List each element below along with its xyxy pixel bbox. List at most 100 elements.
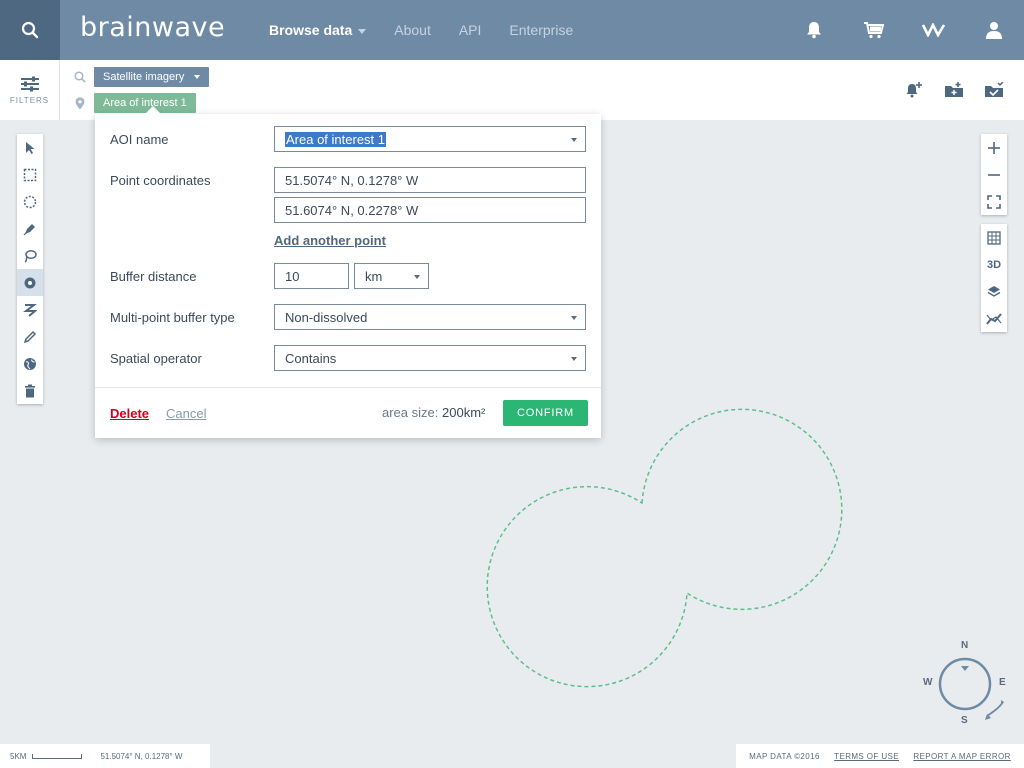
add-to-folder-button[interactable] (934, 78, 974, 102)
zoom-in-button[interactable] (981, 134, 1007, 161)
compass-south: S (961, 715, 968, 726)
analytics-button[interactable] (981, 305, 1007, 332)
filters-button[interactable]: FILTERS (0, 60, 60, 120)
lasso-icon (24, 249, 37, 263)
area-size-value: 200km² (442, 405, 486, 420)
dataset-filter-row: Satellite imagery (74, 67, 210, 87)
chevron-down-icon (358, 28, 367, 34)
add-to-folder-icon (945, 82, 963, 97)
trash-icon (25, 384, 35, 397)
tool-pointer[interactable] (17, 134, 43, 161)
layers-icon (987, 285, 1001, 297)
map-pin-icon (75, 96, 85, 109)
compass-west: W (923, 677, 933, 688)
tool-point-buffer[interactable] (17, 269, 43, 296)
bell-icon (807, 22, 821, 39)
fullscreen-button[interactable] (981, 188, 1007, 215)
compass-east: E (999, 677, 1006, 688)
main-nav: Browse data About API Enterprise (269, 0, 601, 60)
coordinate-input-2[interactable]: 51.6074° N, 0.2278° W (274, 197, 586, 223)
tool-rectangle[interactable] (17, 161, 43, 188)
header-actions (784, 0, 1024, 60)
tool-edit[interactable] (17, 323, 43, 350)
spatial-operator-select[interactable]: Contains (274, 345, 586, 371)
notifications-button[interactable] (784, 0, 844, 60)
saved-folder-button[interactable] (974, 78, 1014, 102)
buffer-distance-label: Buffer distance (110, 269, 197, 284)
tool-lasso[interactable] (17, 242, 43, 269)
search-button[interactable] (0, 0, 60, 60)
area-size-readout: area size: 200km² (382, 405, 485, 420)
aoi-edit-popup: AOI name Area of interest 1 Point coordi… (95, 106, 601, 438)
search-icon (21, 21, 39, 39)
multi-point-buffer-label: Multi-point buffer type (110, 310, 235, 325)
point-coordinates-label: Point coordinates (110, 173, 211, 188)
cart-button[interactable] (844, 0, 904, 60)
circle-select-icon (23, 195, 37, 208)
grid-button[interactable] (981, 224, 1007, 251)
drawing-toolbar (17, 134, 43, 404)
tool-path[interactable] (17, 296, 43, 323)
zoom-controls (981, 134, 1007, 215)
nav-api[interactable]: API (459, 22, 482, 38)
add-alert-button[interactable] (894, 78, 934, 102)
tool-circle[interactable] (17, 188, 43, 215)
zoom-out-button[interactable] (981, 161, 1007, 188)
user-icon (986, 22, 1002, 39)
user-button[interactable] (964, 0, 1024, 60)
nav-browse-data[interactable]: Browse data (269, 22, 367, 38)
popup-pointer (145, 106, 161, 114)
brand-mark-icon (922, 23, 946, 37)
cancel-link[interactable]: Cancel (166, 406, 206, 421)
filters-label: FILTERS (9, 95, 50, 105)
compass-north: N (961, 640, 969, 651)
spatial-operator-value: Contains (285, 350, 337, 366)
multi-point-buffer-select[interactable]: Non-dissolved (274, 304, 586, 330)
saved-folder-icon (985, 82, 1004, 97)
map-data-credit: MAP DATA ©2016 (749, 751, 820, 761)
chevron-down-icon (571, 316, 577, 320)
tool-globe[interactable] (17, 350, 43, 377)
terms-of-use-link[interactable]: TERMS OF USE (834, 752, 899, 761)
coordinate-input-1[interactable]: 51.5074° N, 0.1278° W (274, 167, 586, 193)
multi-point-buffer-value: Non-dissolved (285, 309, 368, 325)
grid-icon (987, 230, 1001, 245)
nav-about[interactable]: About (394, 22, 431, 38)
path-icon (23, 303, 37, 317)
chevron-down-icon (571, 138, 577, 142)
minus-icon (988, 173, 1000, 176)
tool-pen[interactable] (17, 215, 43, 242)
tool-delete[interactable] (17, 377, 43, 404)
buffer-unit-select[interactable]: km (354, 263, 429, 289)
scale-bar: 5KM 51.5074° N, 0.1278° W (0, 744, 210, 768)
nav-enterprise[interactable]: Enterprise (509, 22, 573, 38)
area-size-label: area size: (382, 405, 439, 420)
brand-logo[interactable]: brainwave (80, 12, 225, 43)
chevron-down-icon (194, 75, 201, 79)
plus-icon (988, 141, 1000, 154)
confirm-button[interactable]: CONFIRM (503, 400, 588, 426)
map-attribution: MAP DATA ©2016 TERMS OF USE REPORT A MAP… (736, 744, 1024, 768)
popup-footer: Delete Cancel area size: 200km² CONFIRM (95, 387, 601, 438)
point-buffer-icon (24, 277, 36, 288)
buffer-distance-input[interactable]: 10 (274, 263, 349, 289)
aoi-buffer-outline (486, 408, 843, 688)
add-alert-icon (906, 82, 922, 98)
dataset-chip[interactable]: Satellite imagery (94, 67, 210, 87)
report-map-error-link[interactable]: REPORT A MAP ERROR (913, 752, 1010, 761)
spatial-operator-label: Spatial operator (110, 351, 202, 366)
add-another-point-link[interactable]: Add another point (274, 233, 386, 248)
view-3d-button[interactable]: 3D (981, 251, 1007, 278)
cart-icon (864, 22, 885, 39)
brand-mark-button[interactable] (904, 0, 964, 60)
layers-button[interactable] (981, 278, 1007, 305)
filter-actions (894, 78, 1014, 102)
aoi-filter-row: Area of interest 1 (74, 93, 196, 113)
view-controls: 3D (981, 224, 1007, 332)
aoi-name-select[interactable]: Area of interest 1 (274, 126, 586, 152)
delete-link[interactable]: Delete (110, 406, 149, 421)
top-navbar: brainwave Browse data About API Enterpri… (0, 0, 1024, 60)
compass[interactable]: N S E W (915, 636, 1015, 736)
buffer-unit-value: km (365, 268, 383, 284)
search-icon (74, 71, 86, 83)
